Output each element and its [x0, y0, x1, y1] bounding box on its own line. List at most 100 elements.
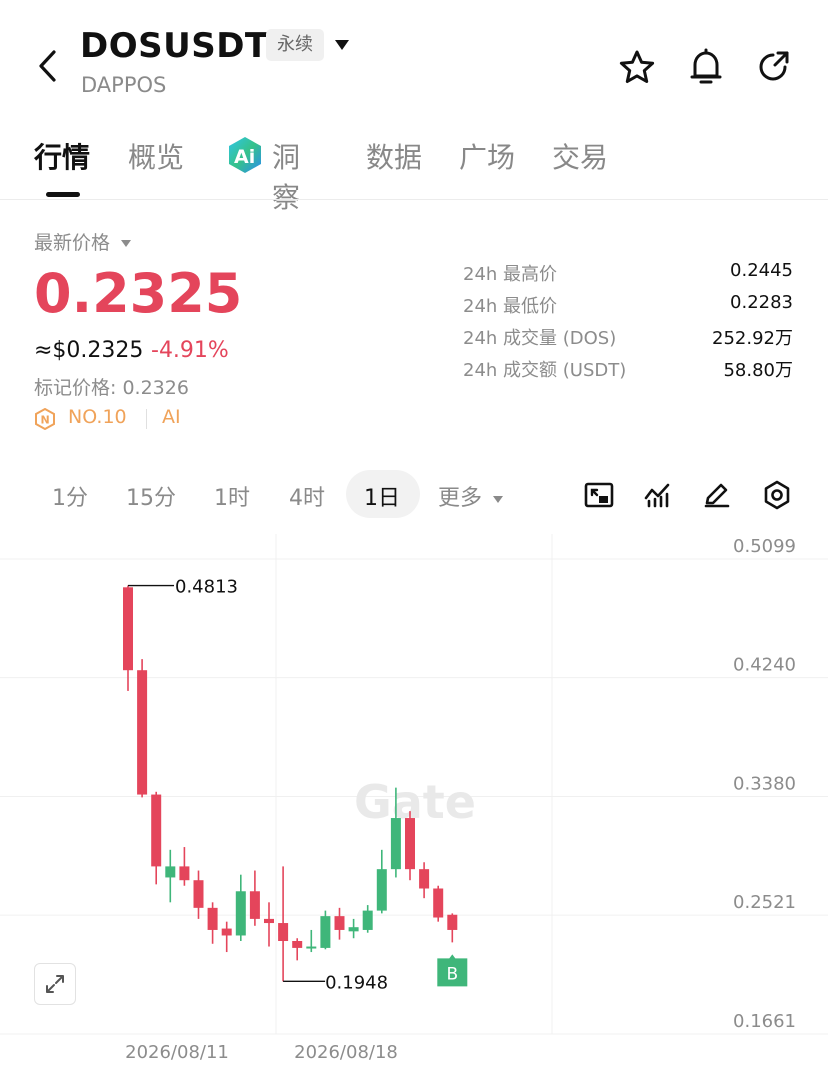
- tab-overview[interactable]: 概览: [128, 136, 184, 176]
- tabs-divider: [0, 199, 828, 200]
- stat-volume-value: 252.92万: [712, 328, 793, 349]
- candle-body: [193, 880, 204, 908]
- candle-body: [151, 794, 162, 867]
- candle: [249, 870, 260, 926]
- candle-body: [165, 866, 176, 878]
- candle-body: [433, 888, 444, 918]
- candle-body: [221, 928, 232, 936]
- alert-button[interactable]: [683, 44, 729, 90]
- interval-4h[interactable]: 4时: [289, 480, 325, 512]
- interval-15m[interactable]: 15分: [126, 480, 176, 512]
- candle-body: [320, 916, 331, 948]
- candle-body: [249, 891, 260, 919]
- candle-body: [419, 869, 430, 889]
- stat-volume-label: 24h 成交量 (DOS): [463, 328, 617, 349]
- rank-icon: N: [35, 408, 55, 430]
- category-tag[interactable]: AI: [162, 406, 181, 428]
- stat-turnover-value: 58.80万: [723, 360, 793, 381]
- stat-high-value: 0.2445: [730, 260, 793, 281]
- candle: [405, 811, 415, 881]
- favorite-button[interactable]: [614, 44, 660, 90]
- candle: [376, 849, 387, 914]
- high-marker-label: 0.4813: [175, 577, 238, 598]
- svg-text:N: N: [41, 414, 50, 427]
- candle: [419, 862, 430, 899]
- price-axis-label: 0.1661: [733, 1011, 796, 1032]
- usd-price: ≈$0.2325: [34, 338, 144, 363]
- price-axis: 0.5099 0.4240 0.3380 0.2521 0.1661: [733, 536, 796, 1032]
- project-name: DAPPOS: [81, 73, 167, 97]
- candle: [193, 870, 204, 919]
- interval-1d[interactable]: 1日: [364, 480, 400, 512]
- active-tab-indicator: [46, 192, 80, 197]
- chevron-left-icon: [39, 50, 56, 82]
- candle-body: [306, 946, 317, 949]
- tab-trade[interactable]: 交易: [552, 136, 608, 176]
- star-icon: [619, 50, 655, 83]
- chart-type-button[interactable]: [580, 476, 618, 514]
- indicator-button[interactable]: [639, 476, 677, 514]
- candle: [137, 659, 148, 798]
- buy-marker[interactable]: B: [437, 954, 468, 987]
- candle-body: [376, 869, 387, 911]
- price-label-dropdown[interactable]: 最新价格: [34, 228, 132, 255]
- candle-body: [390, 818, 401, 870]
- tab-square[interactable]: 广场: [459, 136, 515, 176]
- tab-data[interactable]: 数据: [366, 136, 422, 176]
- symbol-dropdown-button[interactable]: [330, 34, 354, 56]
- draw-button[interactable]: [698, 476, 736, 514]
- candle-body: [334, 916, 345, 930]
- caret-down-icon: [335, 40, 349, 50]
- date-label: 2026/08/18: [294, 1042, 398, 1063]
- stat-low-value: 0.2283: [730, 292, 793, 313]
- expand-icon: [46, 975, 64, 993]
- back-button[interactable]: [28, 44, 68, 88]
- candle-body: [348, 927, 359, 932]
- svg-text:Ai: Ai: [234, 146, 255, 168]
- candle-body: [123, 587, 133, 671]
- interval-1m[interactable]: 1分: [52, 480, 88, 512]
- candle: [264, 902, 274, 947]
- candle: [221, 921, 232, 953]
- symbol-title[interactable]: DOSUSDT: [80, 26, 269, 66]
- price-axis-label: 0.3380: [733, 774, 796, 795]
- candle-body: [278, 923, 289, 942]
- low-marker-label: 0.1948: [325, 972, 388, 993]
- price-label: 最新价格: [34, 232, 111, 254]
- date-axis: 2026/08/11 2026/08/18: [125, 1042, 398, 1063]
- interval-more[interactable]: 更多: [438, 480, 504, 512]
- interval-more-label: 更多: [438, 486, 483, 511]
- stat-turnover-label: 24h 成交额 (USDT): [463, 360, 627, 381]
- price-axis-label: 0.2521: [733, 892, 796, 913]
- date-label: 2026/08/11: [125, 1042, 229, 1063]
- candle: [207, 902, 218, 944]
- tab-market[interactable]: 行情: [34, 136, 90, 176]
- share-button[interactable]: [750, 44, 796, 90]
- chart-settings-button[interactable]: [758, 476, 796, 514]
- indicator-icon: [644, 483, 670, 508]
- candle: [278, 866, 289, 982]
- candle-body: [264, 918, 274, 924]
- interval-1h[interactable]: 1时: [214, 480, 250, 512]
- bell-icon: [690, 48, 722, 84]
- price-change: -4.91%: [151, 338, 229, 363]
- candle: [292, 938, 303, 961]
- settings-hex-icon: [764, 480, 790, 510]
- candlestick-chart[interactable]: Gate 0.50990.42400.33800.25210.1661 0.48…: [0, 534, 828, 1074]
- candle: [123, 585, 133, 691]
- chart-type-icon: [584, 482, 614, 508]
- candle-body: [405, 818, 415, 870]
- price-axis-label: 0.5099: [733, 536, 796, 557]
- fullscreen-button[interactable]: [34, 963, 76, 1005]
- ai-logo-icon: Ai: [229, 137, 261, 173]
- candle-body: [235, 891, 246, 936]
- draw-pen-icon: [704, 483, 730, 508]
- candle-body: [137, 670, 148, 795]
- candle: [235, 874, 246, 942]
- candle: [334, 907, 345, 940]
- candle: [447, 913, 458, 943]
- buy-marker-label: B: [446, 964, 458, 984]
- candle: [433, 885, 444, 922]
- tab-insight-label: 洞察: [272, 141, 301, 214]
- candle: [306, 929, 317, 953]
